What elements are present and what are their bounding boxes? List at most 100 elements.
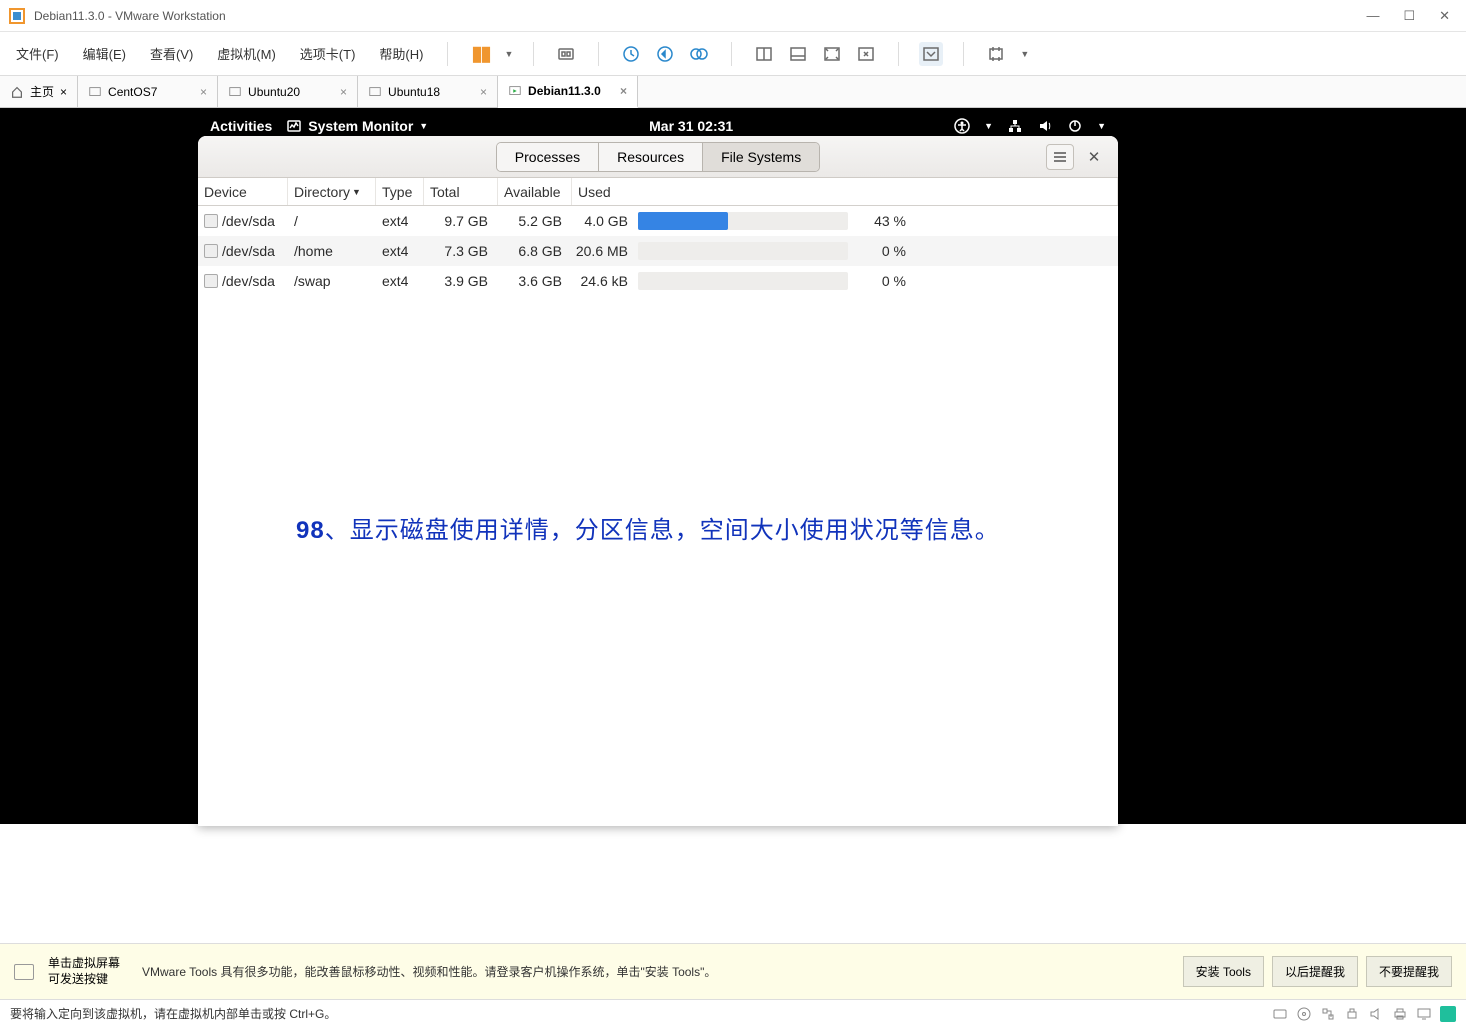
unity-icon[interactable] [854, 42, 878, 66]
col-device[interactable]: Device [198, 178, 288, 205]
menu-tabs[interactable]: 选项卡(T) [296, 40, 360, 67]
snapshot-revert-icon[interactable] [653, 42, 677, 66]
window-header[interactable]: Processes Resources File Systems ✕ [198, 136, 1118, 178]
minimize-button[interactable]: — [1366, 8, 1379, 24]
used-cell: 4.0 GB [568, 213, 634, 229]
chevron-down-icon[interactable]: ▼ [504, 49, 513, 59]
directory-cell: / [288, 213, 376, 229]
maximize-button[interactable]: ☐ [1403, 8, 1415, 24]
printer-icon[interactable] [1392, 1006, 1408, 1022]
directory-cell: /swap [288, 273, 376, 289]
chevron-down-icon[interactable]: ▼ [1020, 49, 1029, 59]
tab-filesystems[interactable]: File Systems [703, 143, 819, 171]
home-tab[interactable]: 主页 × [0, 76, 78, 107]
power-icon[interactable] [1067, 118, 1083, 134]
vm-viewport[interactable]: Activities System Monitor ▼ Mar 31 02:31… [0, 108, 1466, 824]
device-cell: /dev/sda [222, 243, 275, 259]
volume-icon[interactable] [1037, 118, 1053, 134]
tab-close-icon[interactable]: × [200, 85, 207, 99]
message-log-icon[interactable] [1440, 1006, 1456, 1022]
send-ctrl-alt-del-icon[interactable] [554, 42, 578, 66]
tab-close-icon[interactable]: × [620, 84, 627, 98]
fullscreen-icon[interactable] [820, 42, 844, 66]
tab-centos7[interactable]: CentOS7 × [78, 76, 218, 107]
disk-icon [204, 214, 218, 228]
table-row[interactable]: /dev/sda/ext49.7 GB5.2 GB4.0 GB43 % [198, 206, 1118, 236]
col-type[interactable]: Type [376, 178, 424, 205]
table-row[interactable]: /dev/sda/swapext43.9 GB3.6 GB24.6 kB0 % [198, 266, 1118, 296]
col-directory[interactable]: Directory▼ [288, 178, 376, 205]
available-cell: 5.2 GB [494, 213, 568, 229]
menu-vm[interactable]: 虚拟机(M) [213, 40, 280, 67]
disk-icon[interactable] [1272, 1006, 1288, 1022]
system-monitor-icon [286, 118, 302, 134]
system-monitor-window: Processes Resources File Systems ✕ Devic… [198, 136, 1118, 826]
menu-help[interactable]: 帮助(H) [375, 40, 427, 67]
col-total[interactable]: Total [424, 178, 498, 205]
keyboard-icon [14, 964, 34, 980]
tab-close-icon[interactable]: × [340, 85, 347, 99]
appmenu-button[interactable]: System Monitor ▼ [286, 118, 428, 134]
vm-icon [228, 85, 242, 99]
tab-label: Ubuntu20 [248, 85, 300, 99]
home-tab-label: 主页 [30, 83, 54, 100]
vmware-tools-infobar: 单击虚拟屏幕可发送按键 VMware Tools 具有很多功能，能改善鼠标移动性… [0, 943, 1466, 999]
col-available[interactable]: Available [498, 178, 572, 205]
pause-icon[interactable]: ▮▮ [468, 42, 492, 66]
tab-ubuntu18[interactable]: Ubuntu18 × [358, 76, 498, 107]
annotation-body: 、显示磁盘使用详情，分区信息，空间大小使用状况等信息。 [325, 517, 1000, 544]
device-cell: /dev/sda [222, 273, 275, 289]
separator [731, 42, 732, 66]
tab-debian11[interactable]: Debian11.3.0 × [498, 76, 638, 108]
menu-file[interactable]: 文件(F) [12, 40, 63, 67]
view-single-icon[interactable] [752, 42, 776, 66]
statusbar: 要将输入定向到该虚拟机，请在虚拟机内部单击或按 Ctrl+G。 [0, 999, 1466, 1027]
remind-later-button[interactable]: 以后提醒我 [1272, 956, 1358, 987]
snapshot-manager-icon[interactable] [687, 42, 711, 66]
clock[interactable]: Mar 31 02:31 [442, 118, 940, 134]
accessibility-icon[interactable] [954, 118, 970, 134]
annotation-text: 98、显示磁盘使用详情，分区信息，空间大小使用状况等信息。 [296, 510, 1000, 545]
activities-button[interactable]: Activities [210, 118, 272, 134]
window-close-button[interactable]: ✕ [1080, 144, 1108, 170]
tab-processes[interactable]: Processes [497, 143, 599, 171]
vmware-tools-message: VMware Tools 具有很多功能，能改善鼠标移动性、视频和性能。请登录客户… [142, 963, 1169, 980]
titlebar: Debian11.3.0 - VMware Workstation — ☐ ✕ [0, 0, 1466, 32]
disk-icon [204, 244, 218, 258]
tab-close-icon[interactable]: × [60, 85, 67, 99]
hint-click-screen: 单击虚拟屏幕可发送按键 [48, 956, 128, 987]
display-icon[interactable] [1416, 1006, 1432, 1022]
tab-close-icon[interactable]: × [480, 85, 487, 99]
close-button[interactable]: ✕ [1439, 8, 1450, 24]
sound-icon[interactable] [1368, 1006, 1384, 1022]
view-console-icon[interactable] [786, 42, 810, 66]
type-cell: ext4 [376, 213, 424, 229]
total-cell: 7.3 GB [424, 243, 494, 259]
vm-running-icon [508, 84, 522, 98]
used-cell: 20.6 MB [568, 243, 634, 259]
stretch-guest-icon[interactable] [919, 42, 943, 66]
fit-window-icon[interactable] [984, 42, 1008, 66]
usb-icon[interactable] [1344, 1006, 1360, 1022]
menu-edit[interactable]: 编辑(E) [79, 40, 130, 67]
usage-bar [634, 242, 852, 260]
cd-icon[interactable] [1296, 1006, 1312, 1022]
used-cell: 24.6 kB [568, 273, 634, 289]
network-icon[interactable] [1007, 118, 1023, 134]
tab-ubuntu20[interactable]: Ubuntu20 × [218, 76, 358, 107]
hamburger-menu-button[interactable] [1046, 144, 1074, 170]
annotation-number: 98 [296, 517, 325, 544]
install-tools-button[interactable]: 安装 Tools [1183, 956, 1264, 987]
table-row[interactable]: /dev/sda/homeext47.3 GB6.8 GB20.6 MB0 % [198, 236, 1118, 266]
network-adapter-icon[interactable] [1320, 1006, 1336, 1022]
dont-remind-button[interactable]: 不要提醒我 [1366, 956, 1452, 987]
menu-view[interactable]: 查看(V) [146, 40, 197, 67]
disk-icon [204, 274, 218, 288]
home-icon [10, 85, 24, 99]
percent-cell: 0 % [852, 273, 912, 289]
total-cell: 3.9 GB [424, 273, 494, 289]
col-used[interactable]: Used [572, 178, 1118, 205]
separator [898, 42, 899, 66]
tab-resources[interactable]: Resources [599, 143, 703, 171]
snapshot-icon[interactable] [619, 42, 643, 66]
